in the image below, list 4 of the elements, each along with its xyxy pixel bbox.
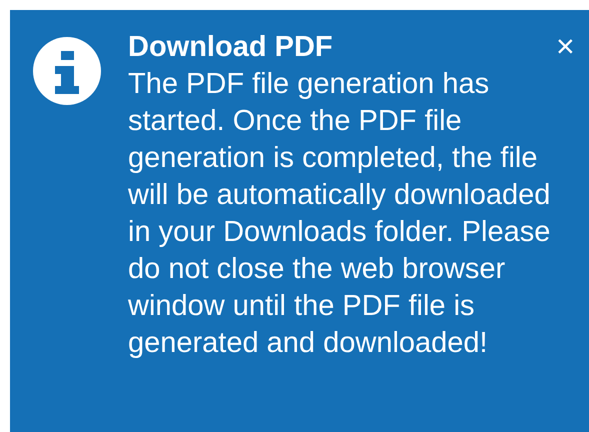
close-button[interactable]: × xyxy=(556,30,575,62)
toast-message: The PDF file generation has started. Once the PDF file generation is completed, the file will be automatically downloaded in your Downloads folder. Please do not close the web browser window until the PDF file is generated and downloaded! xyxy=(128,67,552,361)
info-icon xyxy=(32,36,102,106)
toast-title: Download PDF xyxy=(128,30,333,64)
